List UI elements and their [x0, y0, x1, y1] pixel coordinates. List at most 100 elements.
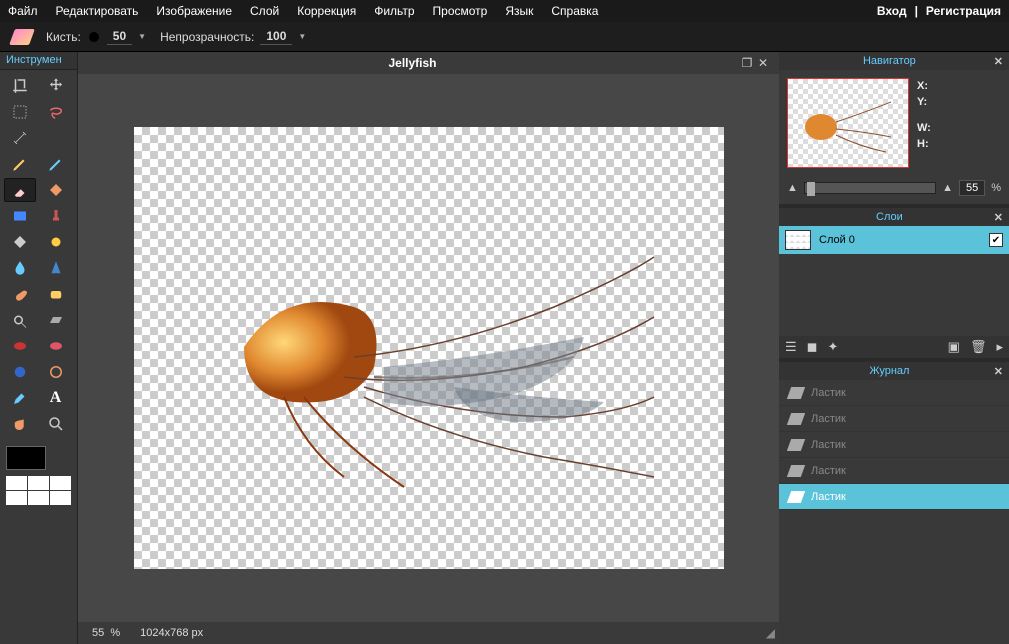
login-link[interactable]: Вход: [877, 4, 907, 18]
new-layer-icon[interactable]: ▣: [948, 339, 960, 355]
pinch-tool[interactable]: [40, 360, 72, 384]
menu-filter[interactable]: Фильтр: [374, 4, 414, 18]
dimensions-label: 1024x768 px: [140, 627, 203, 639]
zoom-pct: %: [110, 627, 120, 639]
spot-tool[interactable]: [40, 334, 72, 358]
history-item-label: Ластик: [811, 491, 846, 503]
history-item-label: Ластик: [811, 439, 846, 451]
eraser-icon: [787, 491, 805, 503]
zoom-out-icon[interactable]: ▲: [787, 182, 798, 194]
crop-tool[interactable]: [4, 74, 36, 98]
register-link[interactable]: Регистрация: [926, 4, 1001, 18]
hand-tool[interactable]: [4, 412, 36, 436]
zoom-value: 55: [92, 627, 104, 639]
menu-adjust[interactable]: Коррекция: [297, 4, 356, 18]
sponge-tool[interactable]: [40, 282, 72, 306]
eraser-icon: [787, 413, 805, 425]
opacity-input[interactable]: 100: [260, 28, 292, 45]
close-icon[interactable]: ✕: [994, 55, 1003, 68]
chevron-down-icon[interactable]: ▼: [298, 32, 306, 41]
tools-panel: Инструмен A: [0, 52, 78, 644]
pencil-tool[interactable]: [4, 152, 36, 176]
layer-mask-icon[interactable]: ◼: [807, 339, 818, 355]
zoom-tool[interactable]: [40, 412, 72, 436]
history-item[interactable]: Ластик: [779, 380, 1009, 406]
brush-size-input[interactable]: 50: [107, 28, 132, 45]
history-item-label: Ластик: [811, 387, 846, 399]
menu-edit[interactable]: Редактировать: [56, 4, 139, 18]
layers-title: Слои: [785, 211, 994, 223]
canvas-area: Jellyfish ❐ ✕: [78, 52, 779, 644]
brush-label: Кисть:: [46, 30, 81, 44]
marquee-tool[interactable]: [4, 100, 36, 124]
dodge-tool[interactable]: [4, 308, 36, 332]
blank-tool-1[interactable]: [40, 126, 72, 150]
bloat-tool[interactable]: [4, 360, 36, 384]
bucket-tool[interactable]: [40, 178, 72, 202]
zoom-slider[interactable]: [804, 182, 936, 194]
eyedropper-tool[interactable]: [4, 386, 36, 410]
blur-tool[interactable]: [4, 256, 36, 280]
option-bar: Кисть: 50 ▼ Непрозрачность: 100 ▼: [0, 22, 1009, 52]
color-swatch[interactable]: [6, 446, 71, 470]
history-item[interactable]: Ластик: [779, 406, 1009, 432]
brush-tool[interactable]: [40, 152, 72, 176]
history-item-label: Ластик: [811, 413, 846, 425]
zoom-pct: %: [991, 182, 1001, 194]
eraser-tool[interactable]: [4, 178, 36, 202]
history-item[interactable]: Ластик: [779, 484, 1009, 510]
eraser-icon: [787, 439, 805, 451]
opacity-label: Непрозрачность:: [160, 30, 254, 44]
eraser-tool-icon: [9, 29, 35, 45]
burn-tool[interactable]: [40, 308, 72, 332]
restore-icon[interactable]: ❐: [739, 56, 755, 70]
menu-layer[interactable]: Слой: [250, 4, 279, 18]
canvas-viewport[interactable]: [78, 74, 779, 622]
navigator-title: Навигатор: [785, 55, 994, 67]
layer-settings-icon[interactable]: ☰: [785, 339, 797, 355]
menu-lang[interactable]: Язык: [505, 4, 533, 18]
canvas[interactable]: [134, 127, 724, 569]
menu-help[interactable]: Справка: [551, 4, 598, 18]
stamp-tool[interactable]: [40, 204, 72, 228]
eraser-icon: [787, 387, 805, 399]
swatch-palette[interactable]: [6, 476, 71, 505]
auth-sep: |: [915, 4, 918, 18]
gradient-tool[interactable]: [4, 204, 36, 228]
document-header: Jellyfish ❐ ✕: [78, 52, 779, 74]
menu-file[interactable]: Файл: [8, 4, 38, 18]
history-item[interactable]: Ластик: [779, 458, 1009, 484]
heal-tool[interactable]: [4, 230, 36, 254]
navigator-info: X: Y: W: H:: [917, 78, 931, 168]
layer-style-icon[interactable]: ✦: [827, 339, 838, 355]
close-icon[interactable]: ✕: [755, 56, 771, 70]
redeye-tool[interactable]: [4, 334, 36, 358]
menu-image[interactable]: Изображение: [156, 4, 232, 18]
close-icon[interactable]: ✕: [994, 365, 1003, 378]
history-item[interactable]: Ластик: [779, 432, 1009, 458]
layer-name[interactable]: Слой 0: [819, 234, 855, 246]
move-tool[interactable]: [40, 74, 72, 98]
navigator-thumb[interactable]: [787, 78, 909, 168]
zoom-slider-value[interactable]: 55: [959, 180, 985, 196]
jellyfish-image: [204, 247, 664, 507]
wand-tool[interactable]: [4, 126, 36, 150]
tools-title: Инструмен: [0, 52, 77, 70]
close-icon[interactable]: ✕: [994, 211, 1003, 224]
zoom-in-icon[interactable]: ▲: [942, 182, 953, 194]
sharpen-tool[interactable]: [40, 256, 72, 280]
layer-row[interactable]: Слой 0 ✔: [779, 226, 1009, 254]
visibility-toggle[interactable]: ✔: [989, 233, 1003, 247]
more-icon[interactable]: ▸: [996, 339, 1003, 355]
chevron-down-icon[interactable]: ▼: [138, 32, 146, 41]
document-title: Jellyfish: [86, 56, 739, 70]
smudge-tool[interactable]: [4, 282, 36, 306]
menu-view[interactable]: Просмотр: [433, 4, 488, 18]
type-tool[interactable]: A: [40, 386, 72, 410]
lasso-tool[interactable]: [40, 100, 72, 124]
delete-layer-icon[interactable]: 🗑: [970, 339, 987, 355]
resize-grip-icon[interactable]: ◢: [766, 626, 775, 640]
color-replace-tool[interactable]: [40, 230, 72, 254]
layers-panel: Слои ✕ Слой 0 ✔ ☰ ◼ ✦ ▣ 🗑 ▸: [779, 208, 1009, 358]
history-title: Журнал: [785, 365, 994, 377]
